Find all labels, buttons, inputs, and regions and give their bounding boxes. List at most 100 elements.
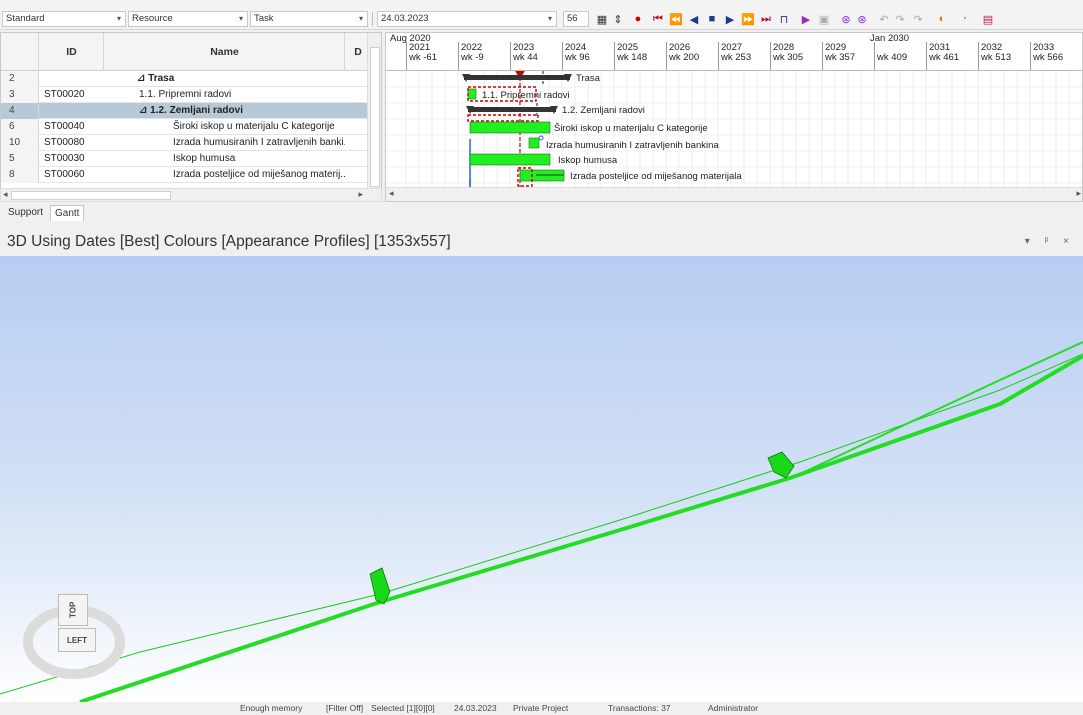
row-number: 3 [1, 87, 39, 103]
bar-label-iskop-humusa: Iskop humusa [558, 155, 618, 166]
timescale-week-label: wk 409 [877, 52, 908, 63]
row-number: 10 [1, 135, 39, 151]
row-name: Široki iskop u materijalu C kategorije [173, 121, 335, 132]
scrollbar-thumb[interactable] [370, 47, 380, 187]
status-project: Private Project [513, 703, 569, 713]
timescale-week-label: wk 566 [1033, 52, 1064, 63]
status-filter: [Filter Off] [326, 703, 364, 713]
record-icon[interactable]: ● [630, 11, 646, 27]
link-a-icon[interactable]: ↶ [876, 11, 892, 27]
status-bar: Enough memory [Filter Off] Selected [1][… [0, 702, 1083, 715]
road-outer-line [799, 341, 1083, 475]
viewport-titlebar: 3D Using Dates [Best] Colours [Appearanc… [0, 228, 1083, 256]
gantt-bar-icon[interactable]: ▶ [798, 11, 814, 27]
row-name: ⊿ Trasa [137, 73, 175, 84]
scroll-left-icon[interactable]: ◂ [3, 189, 8, 200]
task-bar-pripremni [467, 88, 477, 100]
row-name: Izrada humusiranih I zatravljenih banki.… [173, 137, 345, 148]
table-row[interactable]: 10 ST00080 Izrada humusiranih I zatravljen… [1, 135, 369, 151]
status-user: Administrator [708, 703, 759, 713]
grid-vertical-scrollbar[interactable] [367, 33, 381, 201]
link-point [538, 135, 544, 141]
row-id: ST00060 [44, 169, 85, 180]
name-column-header[interactable]: Name [105, 33, 345, 71]
table-row[interactable]: 4 ⊿ 1.2. Zemljani radovi [1, 103, 369, 119]
calendar-icon[interactable]: ▦ [594, 11, 610, 27]
timescale-week-label: wk 253 [721, 52, 752, 63]
gantt-horizontal-scrollbar[interactable]: ◂ ▸ [386, 187, 1082, 201]
row-number-header [1, 33, 39, 71]
task-combo-value: Task [254, 13, 274, 24]
calendar-dropdown-icon: ▾ [547, 14, 552, 23]
timescale-week-label: wk 305 [773, 52, 804, 63]
panel-tabs: Support Gantt [0, 203, 1083, 223]
scroll-left-icon[interactable]: ◂ [389, 188, 394, 199]
row-number: 2 [1, 71, 39, 87]
toolbar-separator [372, 12, 373, 26]
play-backward-icon[interactable]: ◀ [686, 11, 702, 27]
bar-label-humusiranih: Izrada humusiranih I zatravljenih bankin… [546, 140, 719, 151]
table-row[interactable]: 5 ST00030 Iskop humusa [1, 151, 369, 167]
gantt-bars-svg: Trasa 1.1. Pripremni radovi 1.2. Zemljan… [386, 69, 1082, 187]
filter-icon[interactable]: ▤ [980, 11, 996, 27]
layout-combo[interactable]: Standard ▾ [2, 11, 126, 27]
road-edge-line [0, 353, 1083, 695]
row-name: Izrada posteljice od miješanog materij..… [173, 169, 345, 180]
bar-label-siroki-iskop: Široki iskop u materijalu C kategorije [554, 123, 708, 134]
status-selected: Selected [1][0][0] [371, 703, 435, 713]
link-c-icon[interactable]: ↷ [910, 11, 926, 27]
grid-horizontal-scrollbar[interactable]: ◂ ▸ [0, 188, 382, 202]
bar-label-trasa: Trasa [576, 73, 601, 84]
gantt-chart: Aug 2020 Jan 2030 2021 2022 2023 2024 2025 20… [385, 32, 1083, 202]
gantt-body[interactable]: Trasa 1.1. Pripremni radovi 1.2. Zemljan… [386, 69, 1082, 187]
road-centerline [79, 354, 1083, 702]
stop-icon[interactable]: ■ [704, 11, 720, 27]
timescale-week-label: wk 96 [565, 52, 590, 63]
go-first-icon[interactable]: ⏮ [650, 11, 666, 27]
table-row[interactable]: 2 ⊿ Trasa [1, 71, 369, 87]
settings-b-icon[interactable]: ⊛ [854, 11, 870, 27]
tab-support[interactable]: Support [4, 205, 47, 221]
id-column-header[interactable]: ID [40, 33, 104, 71]
bar-label-zemljani: 1.2. Zemljani radovi [562, 105, 645, 116]
row-name: Iskop humusa [173, 153, 236, 164]
play-icon[interactable]: ▶ [722, 11, 738, 27]
scrollbar-thumb[interactable] [11, 191, 171, 200]
grid-header: ID Name D [1, 33, 369, 71]
toolbar: Standard ▾ Resource ▾ Task ▾ 24.03.2023 … [0, 0, 1083, 30]
zoom-field[interactable]: 56 [563, 11, 589, 27]
status-date: 24.03.2023 [454, 703, 497, 713]
step-forward-icon[interactable]: ⏩ [740, 11, 756, 27]
resource-combo[interactable]: Resource ▾ [128, 11, 248, 27]
view-cube-top[interactable]: TOP [58, 594, 88, 626]
3d-object-2 [767, 451, 795, 479]
task-combo[interactable]: Task ▾ [250, 11, 368, 27]
export-icon[interactable]: ▣ [816, 11, 832, 27]
3d-viewport[interactable]: TOP LEFT [0, 256, 1083, 702]
timescale-week-label: wk 513 [981, 52, 1012, 63]
scroll-right-icon[interactable]: ▸ [358, 189, 363, 200]
go-last-icon[interactable]: ⏭ [758, 11, 774, 27]
spinner-icon[interactable]: ⇕ [610, 11, 626, 27]
table-row[interactable]: 3 ST00020 1.1. Pripremni radovi [1, 87, 369, 103]
timescale-week-label: wk -9 [461, 52, 484, 63]
date-field[interactable]: 24.03.2023 ▾ [377, 11, 557, 27]
tab-gantt[interactable]: Gantt [50, 205, 85, 221]
table-row[interactable]: 6 ST00040 Široki iskop u materijalu C kate… [1, 119, 369, 135]
profile-icon[interactable]: ◔ [956, 11, 972, 27]
step-back-icon[interactable]: ⏪ [668, 11, 684, 27]
bar-label-pripremni: 1.1. Pripremni radovi [482, 90, 570, 101]
link-b-icon[interactable]: ↷ [892, 11, 908, 27]
table-row[interactable]: 8 ST00060 Izrada posteljice od miješanog m… [1, 167, 369, 183]
row-name: ⊿ 1.2. Zemljani radovi [139, 105, 243, 116]
viewport-window-controls[interactable]: ▾ ᵖ × [1025, 236, 1075, 247]
row-id: ST00020 [44, 89, 85, 100]
appearance-icon[interactable]: ◐ [934, 11, 950, 27]
row-id: ST00080 [44, 137, 85, 148]
chevron-down-icon: ▾ [358, 14, 363, 23]
loop-icon[interactable]: ⊓ [776, 11, 792, 27]
view-cube-left[interactable]: LEFT [58, 628, 96, 652]
bar-label-posteljice: Izrada posteljice od miješanog materijal… [570, 171, 742, 182]
settings-a-icon[interactable]: ⊛ [838, 11, 854, 27]
scroll-right-icon[interactable]: ▸ [1076, 188, 1081, 199]
